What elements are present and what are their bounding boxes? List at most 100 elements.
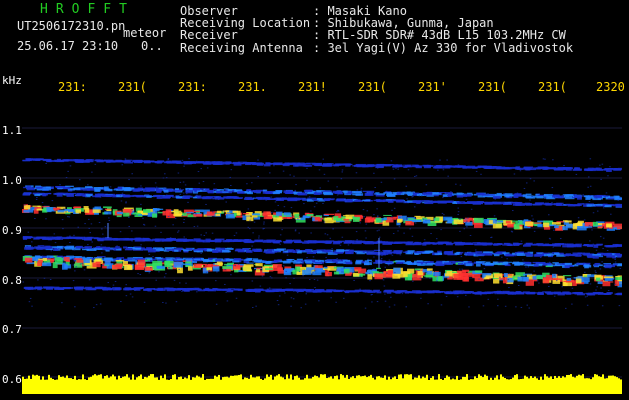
noise-floor-bar (326, 378, 328, 394)
noise-dot (601, 261, 603, 263)
noise-dot (165, 194, 168, 196)
noise-dot (595, 289, 597, 291)
noise-dot (587, 186, 589, 188)
station-info: Observer: Masaki Kano Receiving Location… (180, 5, 573, 54)
noise-dot (167, 159, 170, 161)
noise-dot (24, 160, 26, 162)
spectral-band (182, 263, 191, 266)
spectral-band (474, 270, 483, 273)
spectral-band (595, 262, 600, 265)
spectral-band (192, 161, 199, 163)
spectral-band (394, 291, 401, 293)
noise-floor-bar (94, 374, 96, 394)
spectral-band (477, 165, 482, 168)
noise-dot (290, 305, 292, 307)
noise-dot (317, 259, 320, 261)
spectral-band (525, 292, 535, 295)
spectral-band (42, 237, 49, 240)
noise-dot (552, 246, 554, 248)
spectral-band (322, 164, 332, 167)
noise-floor-bar (520, 378, 522, 394)
spectral-band (46, 159, 52, 163)
noise-dot (361, 194, 363, 196)
spectral-band (485, 275, 493, 279)
spectral-band (334, 289, 345, 292)
noise-floor-bar (72, 379, 74, 394)
spectral-band (193, 214, 203, 217)
noise-dot (131, 209, 133, 211)
spectral-band (237, 288, 243, 291)
noise-dot (546, 292, 548, 294)
spectral-band (487, 291, 493, 294)
noise-floor-bar (224, 376, 226, 394)
noise-floor-bar (76, 379, 78, 394)
noise-floor-bar (244, 377, 246, 394)
noise-floor-bar (568, 374, 570, 394)
noise-floor-bar (188, 375, 190, 394)
spectral-band (37, 245, 45, 247)
spectral-band (163, 196, 169, 199)
freq-tick: 0.6 (2, 373, 22, 386)
noise-dot (163, 276, 166, 278)
spectral-band (614, 244, 622, 247)
noise-dot (174, 217, 177, 219)
noise-dot (553, 274, 556, 276)
noise-dot (31, 241, 33, 243)
spectral-band (463, 276, 470, 282)
noise-dot (256, 288, 259, 290)
noise-floor-bar (274, 376, 276, 394)
noise-dot (223, 163, 225, 165)
spectral-band (407, 252, 412, 255)
noise-floor-bar (354, 378, 356, 394)
noise-dot (320, 261, 323, 263)
noise-dot (435, 238, 438, 240)
spectral-band (87, 236, 94, 239)
spectral-band (505, 221, 511, 224)
noise-dot (619, 197, 621, 199)
noise-dot (276, 300, 279, 302)
noise-floor-bar (406, 374, 408, 394)
spectral-band (514, 292, 520, 295)
spectral-band (525, 242, 533, 244)
noise-floor-bar (24, 378, 26, 394)
spectral-band (493, 273, 503, 279)
spectral-band (217, 210, 222, 214)
noise-dot (277, 204, 279, 206)
noise-dot (134, 289, 136, 291)
spectral-band (314, 162, 323, 165)
noise-dot (324, 233, 327, 235)
noise-floor-bar (282, 377, 284, 394)
noise-dot (155, 186, 158, 188)
spectral-band (203, 162, 212, 165)
overlay-label: meteor (123, 26, 167, 40)
noise-dot (181, 215, 184, 217)
noise-dot (371, 294, 373, 296)
spectral-band (243, 213, 249, 215)
noise-dot (263, 223, 265, 225)
noise-dot (34, 218, 36, 220)
noise-dot (181, 290, 183, 292)
spectral-band (156, 196, 163, 199)
noise-dot (119, 231, 122, 233)
noise-dot (405, 306, 407, 308)
noise-dot (336, 211, 338, 213)
noise-dot (459, 218, 461, 220)
noise-dot (24, 204, 26, 206)
noise-dot (63, 208, 65, 210)
spectral-band (416, 201, 421, 204)
noise-dot (183, 165, 185, 167)
noise-dot (414, 217, 417, 219)
noise-floor-bar (158, 379, 160, 394)
spectral-band (106, 209, 112, 212)
noise-dot (308, 279, 311, 281)
noise-dot (618, 305, 621, 307)
noise-dot (282, 170, 285, 172)
spectral-band (114, 287, 121, 290)
spectral-band (152, 208, 158, 212)
spectral-band (503, 166, 509, 169)
noise-dot (437, 169, 439, 171)
noise-floor-bar (522, 378, 524, 394)
spectral-band (207, 190, 215, 194)
noise-dot (491, 236, 493, 238)
noise-floor-bar (252, 377, 254, 394)
